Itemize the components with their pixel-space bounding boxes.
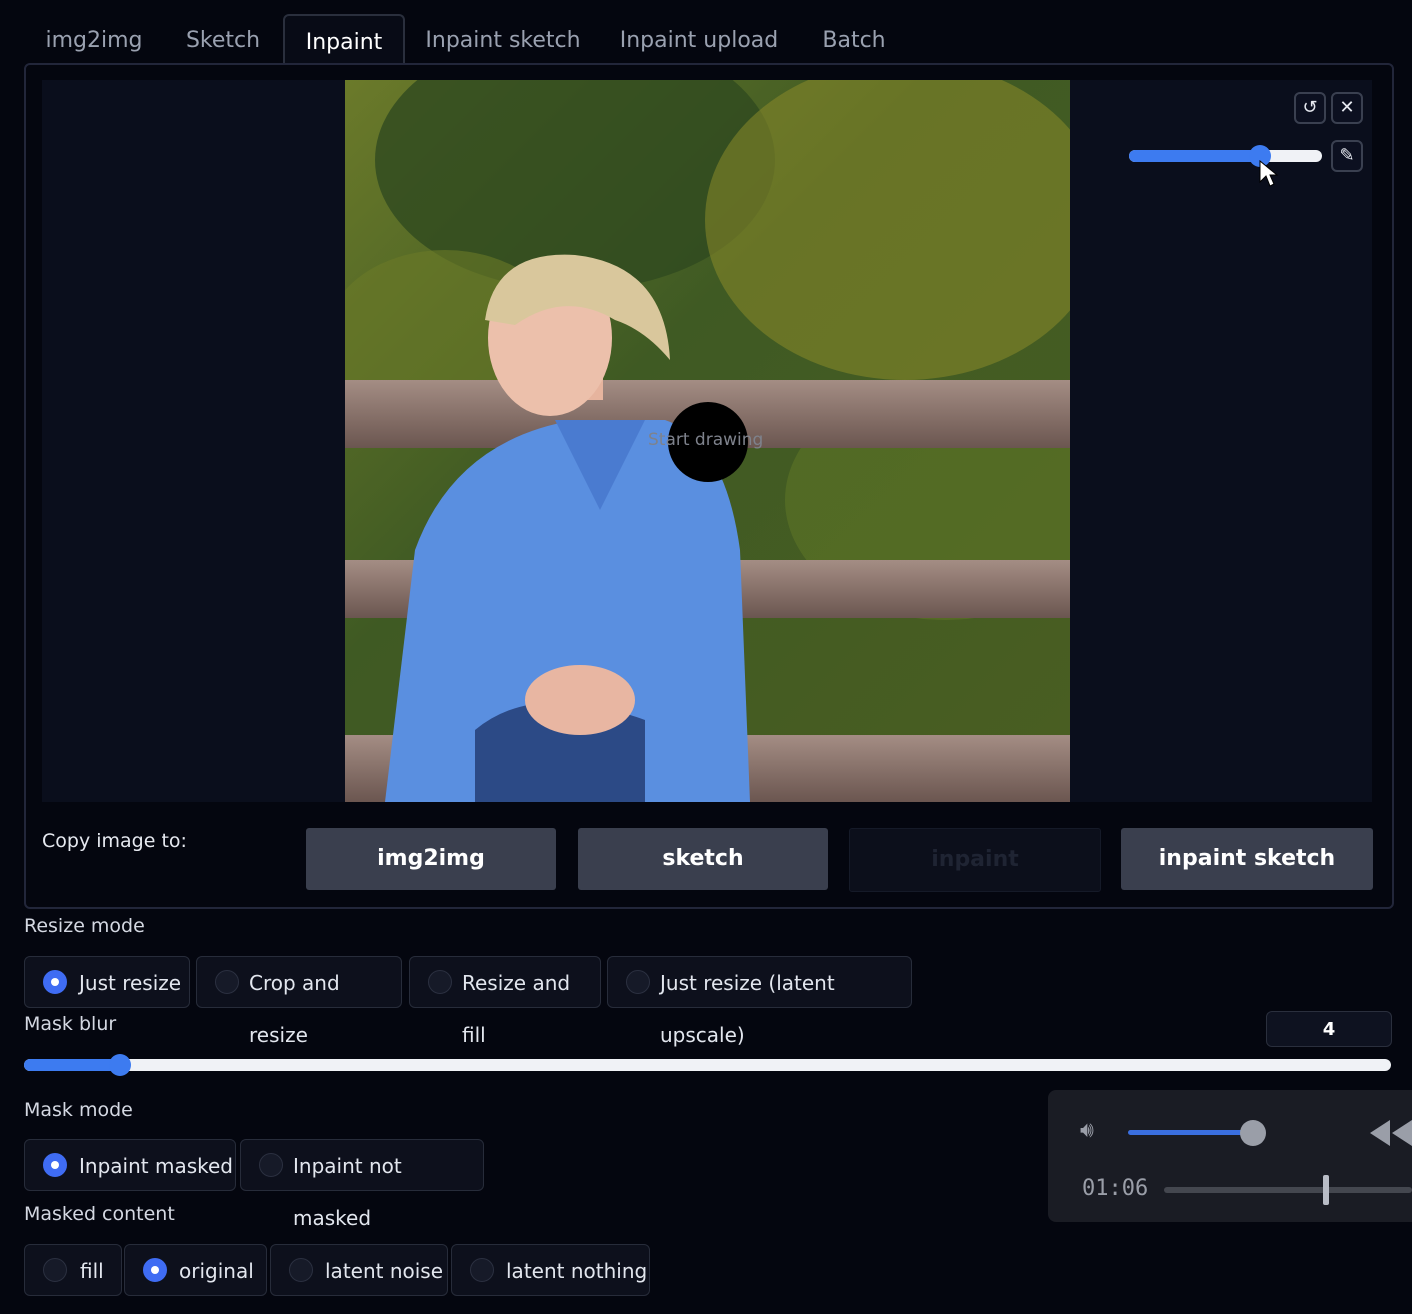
- radio-unselected-icon: [470, 1258, 494, 1282]
- volume-slider[interactable]: [1128, 1130, 1254, 1135]
- mask-blur-fill: [24, 1059, 120, 1071]
- resize-just-resize-latent-upscale[interactable]: Just resize (latent upscale): [607, 956, 912, 1047]
- mask-mode-label: Mask mode: [24, 1099, 133, 1121]
- tab-inpaint-sketch[interactable]: Inpaint sketch: [408, 14, 598, 64]
- mask-blur-thumb[interactable]: [109, 1054, 131, 1076]
- tab-sketch[interactable]: Sketch: [164, 14, 282, 64]
- undo-icon[interactable]: ↺: [1294, 92, 1326, 124]
- mask-blur-label: Mask blur: [24, 1013, 117, 1035]
- radio-unselected-icon: [428, 970, 452, 994]
- mask-blur-slider[interactable]: [24, 1059, 1391, 1071]
- mask-blur-value-input[interactable]: 4: [1266, 1011, 1392, 1047]
- radio-unselected-icon: [289, 1258, 313, 1282]
- mask-mode-inpaint-masked[interactable]: Inpaint masked: [24, 1139, 236, 1191]
- tab-inpaint-upload[interactable]: Inpaint upload: [604, 14, 794, 64]
- brush-icon[interactable]: ✎: [1331, 140, 1363, 172]
- seek-bar[interactable]: [1164, 1187, 1412, 1193]
- volume-thumb[interactable]: [1240, 1120, 1266, 1146]
- masked-content-label: Masked content: [24, 1203, 175, 1225]
- copy-to-inpaint-button: inpaint: [849, 828, 1101, 892]
- playback-time: 01:06: [1082, 1176, 1149, 1201]
- copy-to-sketch-button[interactable]: sketch: [578, 828, 828, 890]
- resize-mode-label: Resize mode: [24, 915, 145, 937]
- radio-selected-icon: [43, 1153, 67, 1177]
- radio-selected-icon: [143, 1258, 167, 1282]
- copy-image-label: Copy image to:: [42, 830, 187, 852]
- tab-inpaint[interactable]: Inpaint: [283, 14, 405, 66]
- rewind-icon[interactable]: [1368, 1118, 1412, 1148]
- masked-content-fill[interactable]: fill: [24, 1244, 122, 1296]
- tab-img2img[interactable]: img2img: [24, 14, 164, 64]
- masked-content-latent-noise[interactable]: latent noise: [270, 1244, 448, 1296]
- tab-batch[interactable]: Batch: [806, 14, 902, 64]
- copy-to-img2img-button[interactable]: img2img: [306, 828, 556, 890]
- masked-content-latent-nothing[interactable]: latent nothing: [451, 1244, 650, 1296]
- copy-to-inpaint-sketch-button[interactable]: inpaint sketch: [1121, 828, 1373, 890]
- radio-unselected-icon: [626, 970, 650, 994]
- brush-size-fill: [1129, 150, 1260, 162]
- resize-resize-and-fill[interactable]: Resize and fill: [409, 956, 601, 1047]
- masked-content-original[interactable]: original: [124, 1244, 267, 1296]
- resize-crop-and-resize[interactable]: Crop and resize: [196, 956, 402, 1047]
- resize-just-resize[interactable]: Just resize: [24, 956, 190, 1008]
- radio-unselected-icon: [259, 1153, 283, 1177]
- media-player: [1048, 1090, 1412, 1222]
- mask-mode-inpaint-not-masked[interactable]: Inpaint not masked: [240, 1139, 484, 1230]
- mouse-pointer-icon: [1259, 160, 1279, 187]
- radio-unselected-icon: [215, 970, 239, 994]
- start-drawing-text: Start drawing: [648, 430, 764, 450]
- radio-unselected-icon: [43, 1258, 67, 1282]
- volume-icon[interactable]: 🔊︎: [1080, 1118, 1094, 1143]
- seek-thumb[interactable]: [1323, 1175, 1329, 1205]
- radio-selected-icon: [43, 970, 67, 994]
- close-icon[interactable]: ✕: [1331, 92, 1363, 124]
